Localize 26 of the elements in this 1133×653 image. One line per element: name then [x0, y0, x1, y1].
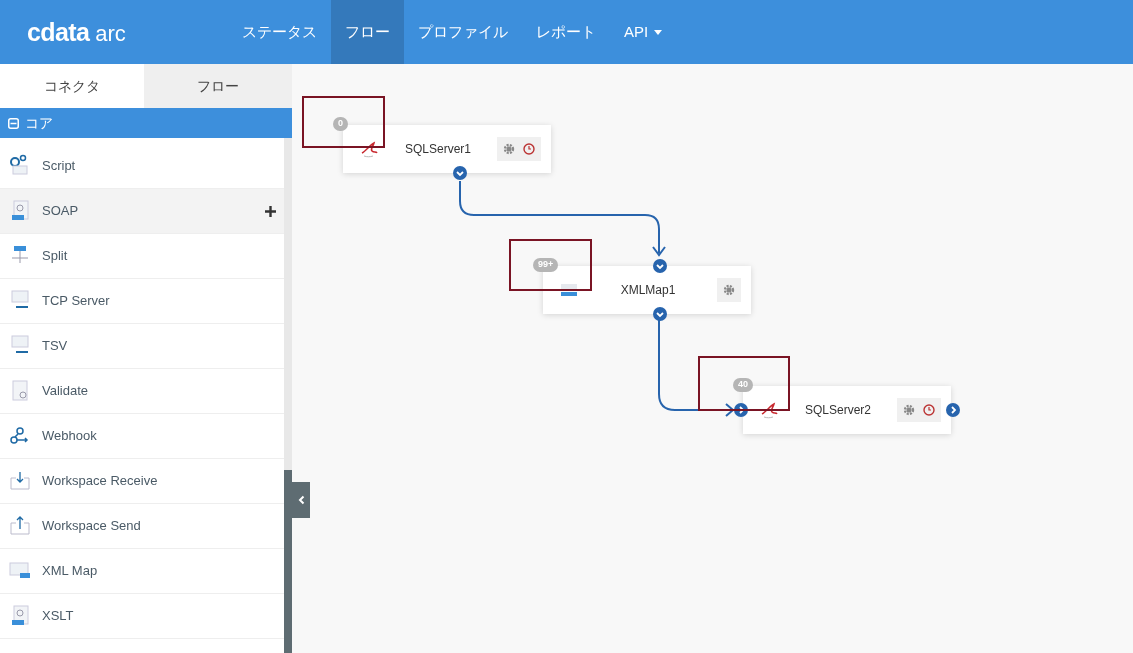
connector-label: SOAP — [42, 202, 80, 221]
flow-node[interactable]: SQLServer2 — [743, 386, 951, 434]
connector-label: XSLT — [42, 607, 75, 626]
logo-suffix: arc — [95, 22, 126, 45]
nav-tab[interactable]: フロー — [331, 0, 404, 64]
connector-item[interactable]: SOAP — [0, 189, 284, 234]
connector-label: Workspace Receive — [42, 472, 159, 491]
connector-label: Webhook — [42, 427, 98, 446]
flow-node[interactable]: SQLServer1 — [343, 125, 551, 173]
connector-label: Validate — [42, 382, 89, 401]
sidebar-tab[interactable]: フロー — [144, 64, 292, 108]
connector-label: Workspace Send — [42, 517, 142, 536]
message-count-badge: 0 — [333, 117, 348, 131]
connector-label: Split — [42, 247, 69, 266]
node-name: SQLServer1 — [404, 141, 472, 158]
logo: cdata — [27, 19, 90, 45]
message-count-badge: 40 — [733, 378, 753, 392]
flow-node[interactable]: XMLMap1 — [543, 266, 751, 314]
connector-label: TSV — [42, 337, 69, 356]
connector-label: TCP Server — [42, 292, 111, 311]
section-title: コア — [25, 113, 53, 133]
connector-label: Script — [42, 157, 77, 176]
connector-label: XML Map — [42, 562, 99, 581]
node-name: SQLServer2 — [804, 402, 872, 419]
message-count-badge: 99+ — [533, 258, 559, 272]
node-name: XMLMap1 — [619, 282, 677, 299]
